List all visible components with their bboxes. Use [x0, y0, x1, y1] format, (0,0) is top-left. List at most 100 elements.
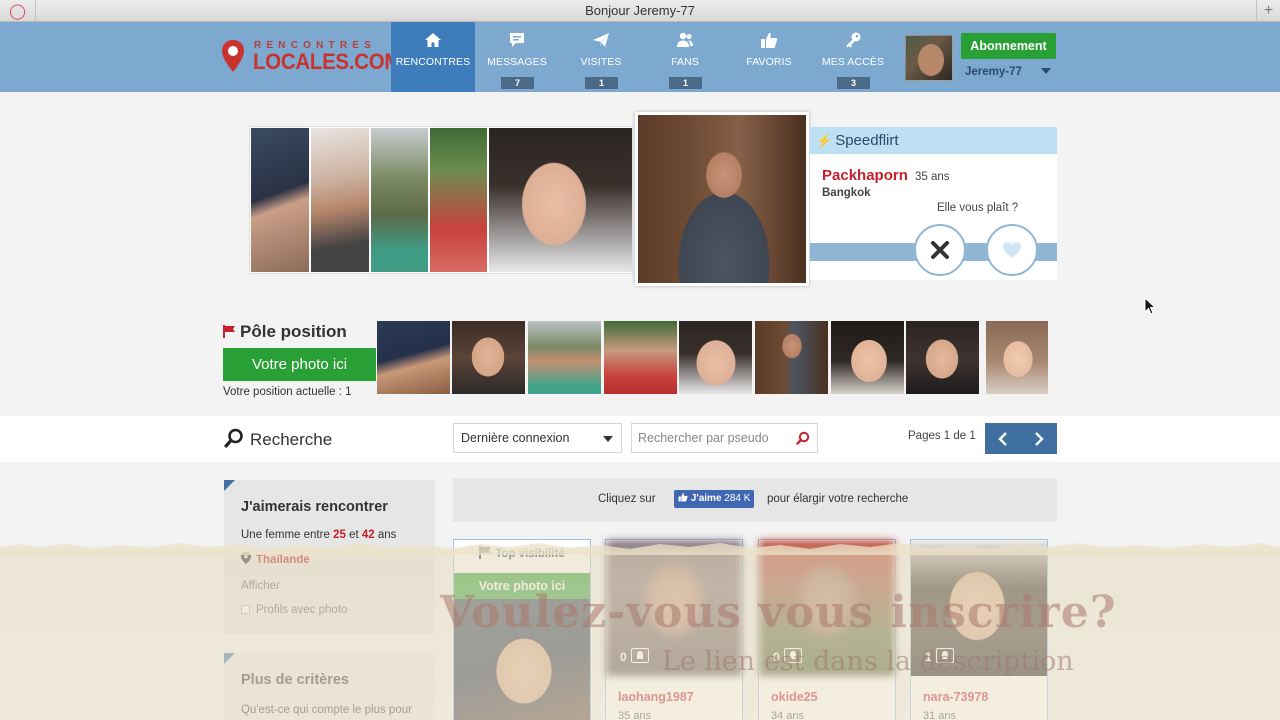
subscription-button[interactable]: Abonnement	[961, 33, 1056, 59]
magnifier-icon	[224, 428, 243, 448]
card-name[interactable]: laohang1987	[618, 690, 694, 704]
card-name[interactable]: nara-73978	[923, 690, 988, 704]
paper-plane-icon	[593, 33, 609, 47]
chevron-right-icon	[1035, 431, 1044, 446]
photo-only-checkbox[interactable]	[241, 605, 250, 614]
chevron-down-icon	[603, 436, 613, 442]
facebook-band: Cliquez sur J'aime 284 K pour élargir vo…	[453, 478, 1057, 522]
window-title: Bonjour Jeremy-77	[585, 3, 695, 18]
user-avatar[interactable]	[905, 35, 953, 81]
card-age: 34 ans	[771, 710, 805, 720]
nav-visites[interactable]: VISITES 1	[559, 22, 643, 92]
filters-country[interactable]: Thaïlande	[241, 552, 310, 566]
nav-fans[interactable]: FANS 1	[643, 22, 727, 92]
pole-thumbnail[interactable]	[755, 321, 828, 394]
next-page-button[interactable]	[1021, 423, 1057, 454]
site-logo[interactable]: RENCONTRES LOCALES.COM	[222, 40, 401, 76]
nav-favoris[interactable]: FAVORIS	[727, 22, 811, 92]
thumbs-up-icon	[761, 33, 778, 48]
profile-photo[interactable]	[311, 128, 369, 272]
profile-photo[interactable]	[251, 128, 309, 272]
fb-suffix: pour élargir votre recherche	[767, 493, 909, 505]
nav-messages[interactable]: MESSAGES 7	[475, 22, 559, 92]
pole-thumbnail[interactable]	[604, 321, 677, 394]
nav-label: RENCONTRES	[395, 56, 471, 68]
speedflirt-header: ⚡ Speedflirt	[810, 127, 1057, 154]
card-age: 35 ans	[618, 710, 652, 720]
pole-thumbnail[interactable]	[377, 321, 450, 394]
search-icon[interactable]	[796, 431, 810, 445]
filters-title: J'aimerais rencontrer	[241, 499, 388, 515]
flag-icon	[479, 546, 492, 559]
pole-position-title: Pôle position	[223, 322, 347, 342]
photo-only-option[interactable]: Profils avec photo	[241, 604, 347, 616]
age-min[interactable]: 25	[333, 529, 346, 541]
username[interactable]: Jeremy-77	[965, 66, 1022, 78]
pole-photo-button[interactable]: Votre photo ici	[223, 348, 376, 381]
prev-page-button[interactable]	[985, 423, 1021, 454]
nav-label: VISITES	[580, 56, 622, 68]
thumbs-up-icon	[678, 493, 688, 502]
nav-mes-acces[interactable]: MES ACCÈS 3	[811, 22, 895, 92]
more-criteria-title: Plus de critères	[241, 672, 349, 688]
location-pin-icon	[241, 552, 251, 564]
pages-indicator: Pages 1 de 1	[908, 430, 976, 442]
pole-thumbnail[interactable]	[452, 321, 525, 394]
speedflirt-name[interactable]: Packhaporn	[822, 167, 908, 184]
search-label-text: Recherche	[250, 430, 333, 449]
top-visibility-label: Top visibilité	[454, 540, 590, 569]
pole-title-text: Pôle position	[240, 322, 347, 341]
speedflirt-age: 35 ans	[915, 171, 950, 183]
pole-thumbnail[interactable]	[528, 321, 601, 394]
profile-photo[interactable]	[430, 128, 487, 272]
speedflirt-city: Bangkok	[822, 187, 871, 199]
card-name[interactable]: okide25	[771, 690, 818, 704]
profile-photo[interactable]	[371, 128, 428, 272]
profile-photo[interactable]	[489, 128, 632, 272]
criteria-suffix: ans	[377, 529, 397, 541]
profile-photo-strip	[249, 126, 633, 274]
new-tab-plus-icon[interactable]: +	[1256, 0, 1280, 21]
pole-thumbnail[interactable]	[679, 321, 752, 394]
overlay-subline: Le lien est dans la description	[662, 646, 1074, 677]
flag-icon	[223, 325, 235, 338]
pole-thumbnail[interactable]	[831, 321, 904, 394]
nav-badge: 3	[837, 77, 870, 89]
site-header: RENCONTRES LOCALES.COM RENCONTRES MESSAG…	[0, 22, 1280, 92]
fb-prefix: Cliquez sur	[598, 493, 656, 505]
sort-select[interactable]: Dernière connexion	[453, 423, 622, 453]
featured-profile-photo[interactable]	[635, 112, 809, 286]
speedflirt-question: Elle vous plaît ?	[937, 202, 1019, 214]
nav-badge: 1	[585, 77, 618, 89]
age-max[interactable]: 42	[362, 529, 375, 541]
user-menu-caret-icon[interactable]	[1041, 68, 1051, 74]
more-criteria-text: Qu'est-ce qui compte le plus pour	[241, 704, 412, 716]
home-icon	[425, 33, 441, 47]
photo-only-label: Profils avec photo	[256, 604, 348, 616]
search-label: Recherche	[224, 428, 332, 450]
overlay-headline: Voulez-vous vous inscrire?	[440, 587, 1117, 638]
pseudo-search-input[interactable]	[631, 423, 818, 453]
pole-thumbnail[interactable]	[906, 321, 979, 394]
filters-criteria[interactable]: Une femme entre 25 et 42 ans	[241, 529, 396, 541]
fb-like-count: 284 K	[724, 493, 751, 504]
like-button[interactable]	[986, 224, 1038, 276]
mouse-cursor-icon	[1144, 297, 1156, 315]
window-titlebar: ◯ Bonjour Jeremy-77 +	[0, 0, 1280, 22]
reject-button[interactable]	[914, 224, 966, 276]
lightning-icon: ⚡	[816, 133, 833, 148]
pole-thumbnail[interactable]	[986, 321, 1048, 394]
close-icon	[931, 241, 949, 259]
photo-icon	[631, 648, 649, 663]
criteria-mid: et	[349, 529, 359, 541]
pager	[985, 423, 1057, 454]
country-value[interactable]: Thaïlande	[256, 554, 310, 566]
heart-icon	[1003, 242, 1021, 258]
nav-rencontres[interactable]: RENCONTRES	[391, 22, 475, 92]
more-criteria-box: Plus de critères Qu'est-ce qui compte le…	[224, 653, 435, 720]
photo-count: 0	[620, 650, 627, 664]
box-corner	[224, 480, 235, 491]
fb-like-button[interactable]: J'aime 284 K	[674, 490, 754, 508]
logo-line2: LOCALES.COM	[253, 49, 402, 74]
map-pin-icon	[222, 40, 244, 72]
